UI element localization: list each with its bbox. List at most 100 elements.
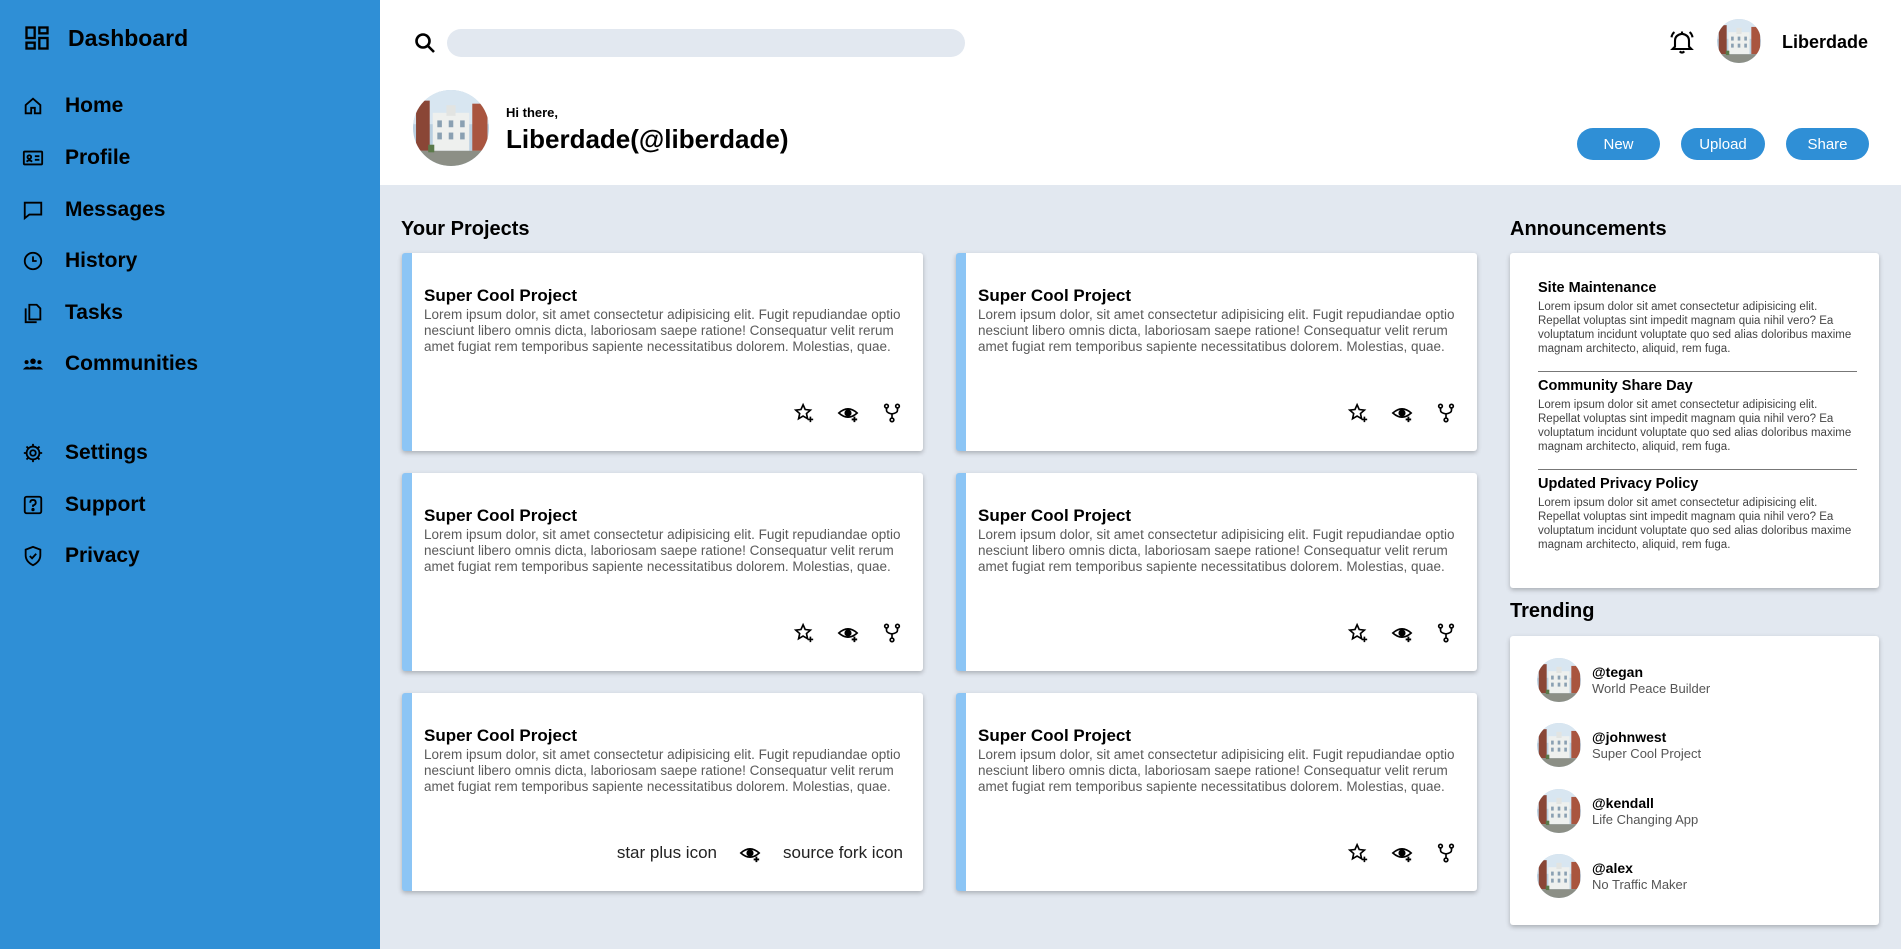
user-handle: Liberdade(@liberdade) [506, 124, 789, 154]
share-button[interactable]: Share [1786, 128, 1869, 160]
project-card[interactable]: Super Cool Project Lorem ipsum dolor, si… [956, 473, 1477, 671]
trending-subtitle: World Peace Builder [1592, 681, 1711, 696]
project-actions [1325, 402, 1457, 424]
project-title: Super Cool Project [424, 286, 578, 305]
brand-label: Dashboard [68, 24, 189, 51]
sidebar-item-privacy[interactable]: Privacy [22, 544, 140, 568]
trending-item[interactable]: @tegan World Peace Builder [1537, 658, 1710, 702]
announcement-body: Lorem ipsum dolor sit amet consectetur a… [1538, 497, 1852, 551]
search-input[interactable] [447, 29, 965, 57]
search-icon[interactable] [413, 31, 437, 55]
sidebar-item-home[interactable]: Home [22, 94, 123, 118]
trending-title: Trending [1510, 600, 1595, 622]
announcement-item[interactable]: Updated Privacy Policy Lorem ipsum dolor… [1538, 476, 1857, 552]
source-fork-icon[interactable] [881, 402, 903, 424]
project-card[interactable]: Super Cool Project Lorem ipsum dolor, si… [956, 253, 1477, 451]
announcement-item[interactable]: Community Share Day Lorem ipsum dolor si… [1538, 378, 1857, 454]
avatar[interactable] [1717, 19, 1761, 63]
announcement-title: Community Share Day [1538, 378, 1693, 394]
source-fork-icon[interactable] [1435, 622, 1457, 644]
announcement-item[interactable]: Site Maintenance Lorem ipsum dolor sit a… [1538, 280, 1857, 356]
star-plus-icon[interactable] [1347, 842, 1369, 864]
trending-handle: @tegan [1592, 664, 1643, 680]
dashboard-icon [25, 26, 49, 50]
help-icon [23, 495, 43, 515]
trending-subtitle: Life Changing App [1592, 812, 1699, 827]
announcement-body: Lorem ipsum dolor sit amet consectetur a… [1538, 301, 1852, 355]
sidebar-item-label: Privacy [65, 544, 140, 567]
sidebar-item-support[interactable]: Support [22, 493, 145, 517]
trending-handle: @kendall [1592, 795, 1654, 811]
greeting: Hi there, [506, 105, 559, 120]
project-card[interactable]: Super Cool Project Lorem ipsum dolor, si… [956, 693, 1477, 891]
star-plus-icon[interactable] [793, 622, 815, 644]
sidebar-item-label: Communities [65, 352, 199, 375]
source-fork-icon[interactable] [881, 622, 903, 644]
bell-icon[interactable] [1668, 28, 1696, 56]
project-title: Super Cool Project [978, 506, 1132, 525]
upload-button[interactable]: Upload [1681, 128, 1765, 160]
eye-plus-icon[interactable] [1391, 842, 1413, 864]
project-description: Lorem ipsum dolor, sit amet consectetur … [978, 527, 1455, 574]
project-actions [771, 622, 903, 644]
sidebar-item-label: Tasks [65, 301, 123, 324]
announcement-body: Lorem ipsum dolor sit amet consectetur a… [1538, 399, 1852, 453]
avatar [1537, 723, 1581, 767]
divider [1538, 371, 1857, 372]
sidebar: Dashboard Home Profile Messages History … [0, 0, 380, 949]
sidebar-item-settings[interactable]: Settings [22, 441, 148, 465]
people-icon [22, 358, 44, 370]
sidebar-item-messages[interactable]: Messages [22, 198, 165, 222]
star-plus-icon[interactable]: star plus icon [617, 843, 717, 863]
project-description: Lorem ipsum dolor, sit amet consectetur … [424, 307, 901, 354]
source-fork-icon[interactable]: source fork icon [783, 843, 903, 863]
trending-item[interactable]: @johnwest Super Cool Project [1537, 723, 1701, 767]
header-username[interactable]: Liberdade [1782, 32, 1868, 53]
project-title: Super Cool Project [978, 726, 1132, 745]
files-icon [24, 303, 42, 324]
trending-handle: @alex [1592, 860, 1633, 876]
divider [1538, 469, 1857, 470]
announcements-title: Announcements [1510, 218, 1667, 240]
trending-item[interactable]: @alex No Traffic Maker [1537, 854, 1687, 898]
project-title: Super Cool Project [424, 506, 578, 525]
announcement-title: Updated Privacy Policy [1538, 476, 1699, 492]
eye-plus-icon[interactable] [1391, 402, 1413, 424]
header: Liberdade Hi there, Liberdade(@liberdade… [380, 0, 1901, 185]
project-card[interactable]: Super Cool Project Lorem ipsum dolor, si… [402, 253, 923, 451]
project-description: Lorem ipsum dolor, sit amet consectetur … [424, 747, 901, 794]
project-card[interactable]: Super Cool Project Lorem ipsum dolor, si… [402, 473, 923, 671]
avatar [1537, 658, 1581, 702]
project-title: Super Cool Project [978, 286, 1132, 305]
sidebar-item-profile[interactable]: Profile [22, 146, 130, 170]
sidebar-item-label: Profile [65, 146, 131, 169]
project-actions: star plus icon source fork icon [595, 842, 903, 864]
trending-item[interactable]: @kendall Life Changing App [1537, 789, 1698, 833]
eye-plus-icon[interactable] [837, 622, 859, 644]
sidebar-item-communities[interactable]: Communities [22, 352, 198, 376]
avatar [1537, 789, 1581, 833]
sidebar-item-tasks[interactable]: Tasks [22, 301, 123, 325]
trending-handle: @johnwest [1592, 729, 1667, 745]
avatar [1537, 854, 1581, 898]
sidebar-item-label: Home [65, 94, 124, 117]
project-card[interactable]: Super Cool Project Lorem ipsum dolor, si… [402, 693, 923, 891]
source-fork-icon[interactable] [1435, 842, 1457, 864]
new-button[interactable]: New [1577, 128, 1660, 160]
eye-plus-icon[interactable] [1391, 622, 1413, 644]
project-description: Lorem ipsum dolor, sit amet consectetur … [978, 747, 1455, 794]
eye-plus-icon[interactable] [837, 402, 859, 424]
eye-plus-icon[interactable] [739, 842, 761, 864]
star-plus-icon[interactable] [793, 402, 815, 424]
trending-subtitle: No Traffic Maker [1592, 877, 1688, 892]
project-description: Lorem ipsum dolor, sit amet consectetur … [978, 307, 1455, 354]
clock-icon [23, 251, 43, 271]
sidebar-item-label: Messages [65, 198, 166, 221]
sidebar-item-history[interactable]: History [22, 249, 137, 273]
source-fork-icon[interactable] [1435, 402, 1457, 424]
sidebar-brand[interactable]: Dashboard [23, 24, 188, 52]
sidebar-item-label: History [65, 249, 138, 272]
announcements-panel: Site Maintenance Lorem ipsum dolor sit a… [1510, 253, 1879, 588]
star-plus-icon[interactable] [1347, 402, 1369, 424]
star-plus-icon[interactable] [1347, 622, 1369, 644]
